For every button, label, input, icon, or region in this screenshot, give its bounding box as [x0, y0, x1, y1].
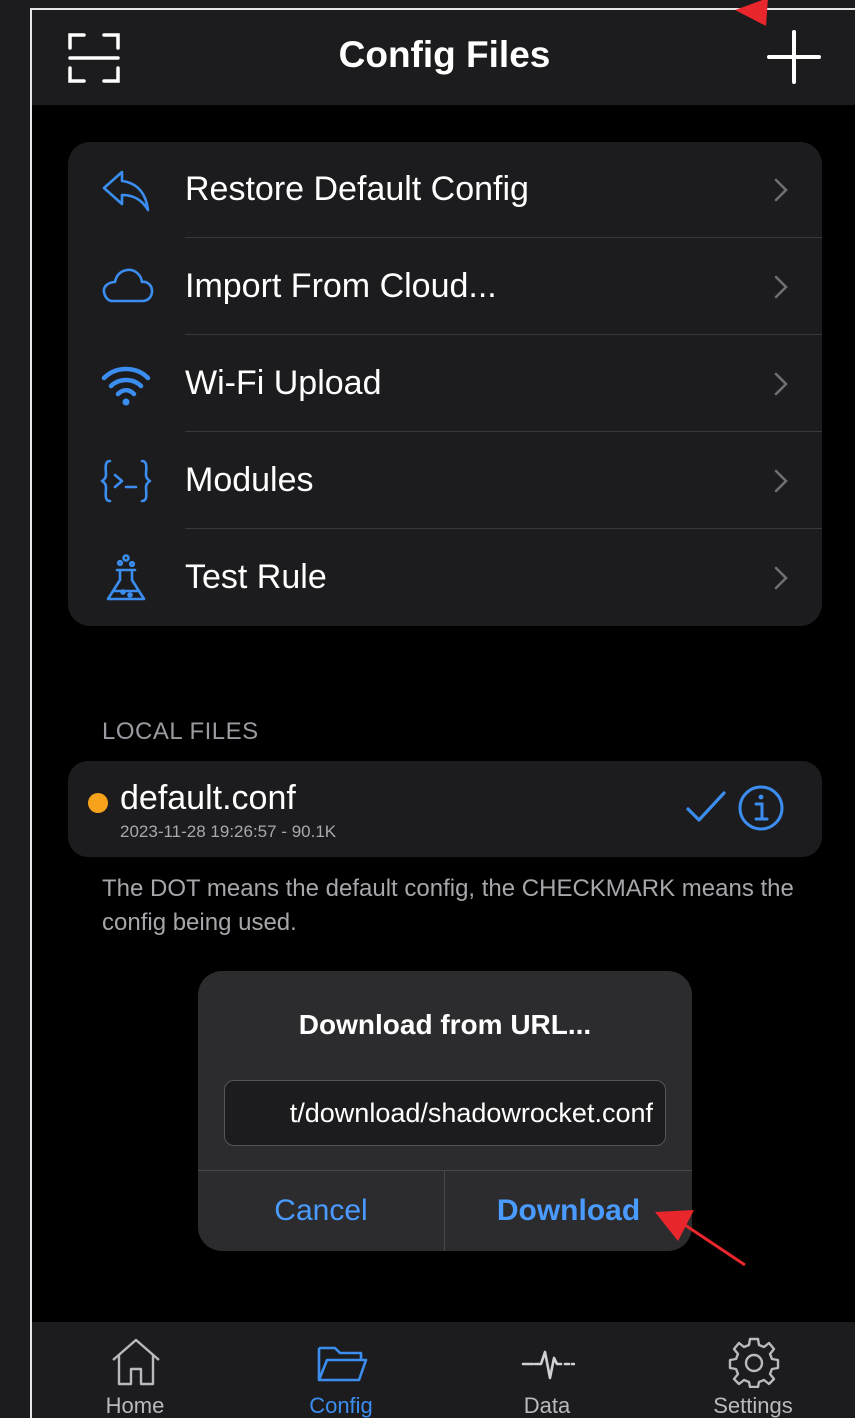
- divider: [185, 237, 822, 238]
- divider: [185, 528, 822, 529]
- tab-home[interactable]: Home: [32, 1322, 238, 1418]
- tab-data[interactable]: Data: [444, 1322, 650, 1418]
- download-button[interactable]: Download: [445, 1171, 692, 1251]
- tab-label: Data: [523, 1393, 571, 1418]
- modules-braces-icon: [100, 459, 152, 503]
- chevron-right-icon: [774, 566, 788, 590]
- divider: [185, 334, 822, 335]
- menu-item-label: Modules: [185, 461, 314, 499]
- app-screen: Config Files Restore Default Config Impo…: [30, 8, 855, 1418]
- info-icon[interactable]: [737, 784, 785, 832]
- plus-icon[interactable]: [765, 28, 823, 86]
- download-url-dialog: Download from URL... Cancel Download: [198, 971, 692, 1251]
- menu-item-label: Wi-Fi Upload: [185, 364, 382, 402]
- cancel-button[interactable]: Cancel: [198, 1171, 444, 1251]
- folder-icon: [317, 1346, 368, 1382]
- chevron-right-icon: [774, 469, 788, 493]
- chevron-right-icon: [774, 372, 788, 396]
- menu-item-label: Restore Default Config: [185, 170, 529, 208]
- menu-item-import-from-cloud[interactable]: Import From Cloud...: [68, 239, 822, 335]
- pulse-icon: [521, 1350, 575, 1380]
- menu-item-modules[interactable]: Modules: [68, 433, 822, 529]
- section-header-local-files: LOCAL FILES: [102, 718, 259, 745]
- chevron-right-icon: [774, 178, 788, 202]
- tab-config[interactable]: Config: [238, 1322, 444, 1418]
- dialog-title: Download from URL...: [298, 1009, 592, 1040]
- divider: [185, 431, 822, 432]
- chevron-right-icon: [774, 275, 788, 299]
- default-dot-indicator: [88, 793, 108, 813]
- undo-arrow-icon: [102, 170, 150, 212]
- flask-icon: [106, 554, 146, 601]
- menu-item-label: Test Rule: [185, 558, 327, 596]
- file-name: default.conf: [120, 779, 296, 817]
- file-row-default-conf[interactable]: default.conf 2023-11-28 19:26:57 - 90.1K: [68, 761, 822, 857]
- file-meta: 2023-11-28 19:26:57 - 90.1K: [120, 822, 337, 841]
- page-title: Config Files: [338, 34, 551, 75]
- house-icon: [112, 1338, 160, 1386]
- tab-settings[interactable]: Settings: [650, 1322, 855, 1418]
- menu-item-label: Import From Cloud...: [185, 267, 497, 305]
- tab-bar: Home Config Data Settings: [32, 1322, 855, 1418]
- checkmark-icon: [686, 791, 726, 822]
- menu-item-restore-default-config[interactable]: Restore Default Config: [68, 142, 822, 238]
- menu-item-wifi-upload[interactable]: Wi-Fi Upload: [68, 336, 822, 432]
- wifi-icon: [101, 366, 151, 406]
- menu-item-test-rule[interactable]: Test Rule: [68, 530, 822, 626]
- url-input[interactable]: [224, 1080, 666, 1146]
- gear-icon: [728, 1337, 780, 1388]
- cloud-icon: [102, 268, 154, 303]
- actions-menu: Restore Default Config Import From Cloud…: [68, 142, 822, 626]
- tab-label: Home: [105, 1393, 165, 1418]
- navigation-bar: Config Files: [32, 10, 855, 105]
- tab-label: Settings: [713, 1393, 793, 1418]
- tab-label: Config: [309, 1393, 373, 1418]
- footnote-text: The DOT means the default config, the CH…: [102, 875, 794, 936]
